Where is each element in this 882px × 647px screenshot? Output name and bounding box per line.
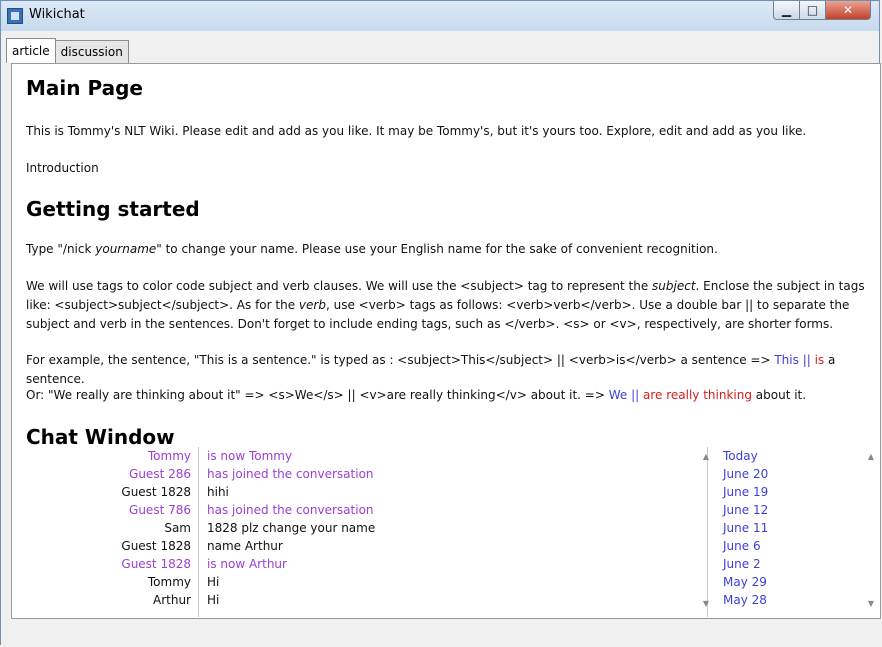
example1-verb: is [814, 353, 825, 367]
nick-text-post: " to change your name. Please use your E… [156, 242, 718, 256]
tags-text-1: We will use tags to color code subject a… [26, 279, 653, 293]
nick-text-pre: Type "/nick [26, 242, 96, 256]
example1-text: For example, the sentence, "This is a se… [26, 353, 775, 367]
chat-message: 1828 plz change your name [207, 521, 376, 535]
status-bar [1, 619, 881, 646]
chat-name: Tommy [147, 449, 191, 463]
chat-window-heading: Chat Window [26, 425, 175, 449]
chat-message: has joined the conversation [207, 503, 374, 517]
chat-name: Guest 1828 [121, 485, 191, 499]
tags-subject-italic: subject [652, 279, 696, 293]
window-controls: ▁ □ ✕ [773, 1, 871, 21]
chat-message: Hi [207, 593, 220, 607]
date-list-scrollbar[interactable]: ▲ ▼ [863, 447, 880, 617]
date-list-item[interactable]: June 2 [717, 555, 862, 573]
up-arrow-icon[interactable]: ▲ [701, 452, 711, 462]
minimize-button[interactable]: ▁ [773, 1, 800, 20]
example2-text: Or: "We really are thinking about it" =>… [26, 388, 609, 402]
example-sentence-2: Or: "We really are thinking about it" =>… [26, 386, 876, 405]
date-list-item[interactable]: May 28 [717, 591, 862, 609]
app-icon [7, 8, 23, 24]
chat-window: Tommy Guest 286 Guest 1828 Guest 786 Sam… [12, 447, 880, 618]
date-list-item[interactable]: June 20 [717, 465, 862, 483]
date-list-item[interactable]: June 11 [717, 519, 862, 537]
example2-bar: || [627, 388, 643, 402]
down-arrow-icon[interactable]: ▼ [701, 599, 711, 609]
window-title: Wikichat [29, 7, 85, 22]
up-arrow-icon[interactable]: ▲ [866, 452, 876, 462]
nick-instruction: Type "/nick yourname" to change your nam… [26, 240, 876, 259]
maximize-icon: □ [806, 3, 819, 17]
chat-message-column[interactable]: is now Tommy has joined the conversation… [199, 447, 708, 617]
nick-yourname: yourname [95, 242, 157, 256]
chat-name: Guest 1828 [121, 539, 191, 553]
date-list-item[interactable]: June 19 [717, 483, 862, 501]
app-window: Wikichat ▁ □ ✕ article discussion Main P… [0, 0, 881, 646]
conversation-date-list[interactable]: Today June 20 June 19 June 12 June 11 Ju… [717, 447, 862, 617]
example1-subject: This [774, 353, 799, 367]
chat-name: Arthur [153, 593, 191, 607]
chat-message: Hi [207, 575, 220, 589]
introduction-label: Introduction [26, 161, 99, 175]
chat-scrollbar[interactable]: ▲ ▼ [698, 447, 715, 617]
chat-message: is now Tommy [207, 449, 293, 463]
example2-verb: are really thinking [643, 388, 752, 402]
close-icon: ✕ [842, 3, 854, 17]
tags-verb-italic: verb [298, 298, 326, 312]
chat-name: Sam [164, 521, 191, 535]
article-panel: Main Page This is Tommy's NLT Wiki. Plea… [11, 63, 881, 619]
date-list-item[interactable]: May 29 [717, 573, 862, 591]
date-list-item[interactable]: June 6 [717, 537, 862, 555]
tags-paragraph: We will use tags to color code subject a… [26, 277, 876, 334]
chat-message: is now Arthur [207, 557, 287, 571]
tab-bar: article discussion [6, 38, 129, 64]
chat-name: Guest 286 [129, 467, 191, 481]
tab-article[interactable]: article [6, 38, 56, 63]
maximize-button[interactable]: □ [800, 1, 826, 20]
chat-message: name Arthur [207, 539, 283, 553]
chat-name-column: Tommy Guest 286 Guest 1828 Guest 786 Sam… [12, 447, 199, 617]
minimize-icon: ▁ [781, 3, 792, 17]
close-button[interactable]: ✕ [826, 1, 871, 20]
chat-message: hihi [207, 485, 229, 499]
chat-name: Guest 786 [129, 503, 191, 517]
example-sentence-1: For example, the sentence, "This is a se… [26, 351, 876, 389]
page-title: Main Page [26, 76, 143, 100]
date-list-item[interactable]: June 12 [717, 501, 862, 519]
chat-message: has joined the conversation [207, 467, 374, 481]
date-list-item[interactable]: Today [717, 447, 862, 465]
down-arrow-icon[interactable]: ▼ [866, 599, 876, 609]
tab-discussion[interactable]: discussion [54, 40, 129, 63]
chat-name: Tommy [147, 575, 191, 589]
title-bar[interactable]: Wikichat ▁ □ ✕ [1, 1, 879, 31]
example1-bar: || [798, 353, 815, 367]
chat-name: Guest 1828 [121, 557, 191, 571]
example2-subject: We [608, 388, 628, 402]
intro-paragraph: This is Tommy's NLT Wiki. Please edit an… [26, 124, 807, 138]
example2-post: about it. [751, 388, 807, 402]
getting-started-heading: Getting started [26, 197, 200, 221]
